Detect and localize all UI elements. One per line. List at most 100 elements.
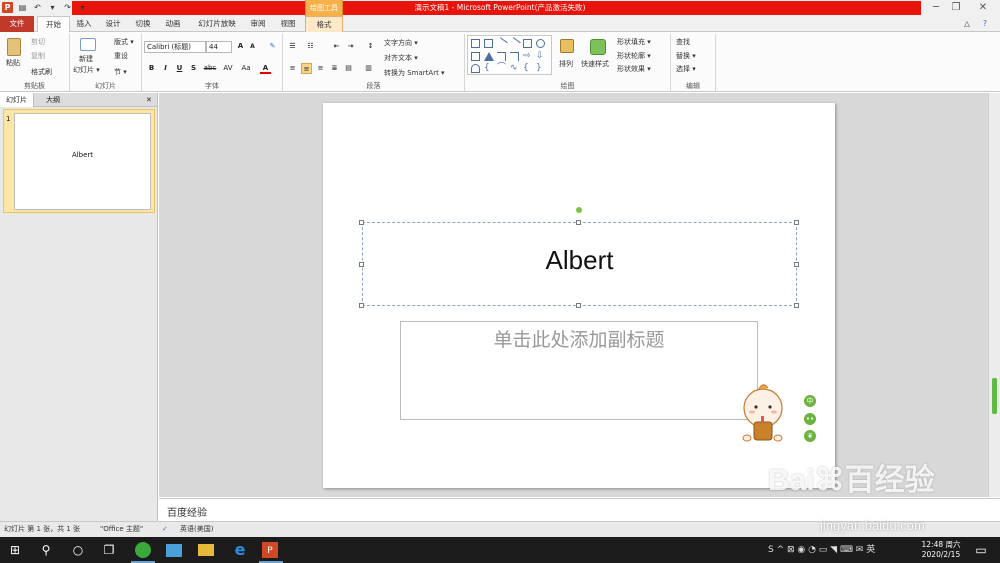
shapes-gallery[interactable]: ⇨ ⇩ { ⌒ ∿ { } <box>467 35 552 75</box>
resize-handle-w[interactable] <box>359 262 364 267</box>
justify-icon[interactable]: ≣ <box>329 63 340 74</box>
side-button-shirt[interactable]: ❦ <box>804 430 816 442</box>
tab-format[interactable]: 格式 <box>305 16 343 32</box>
shape-line-icon[interactable] <box>495 37 508 50</box>
undo-icon[interactable]: ↶ <box>32 2 43 13</box>
spell-check-icon[interactable]: ✓ <box>162 522 168 537</box>
shape-elbow-arrow-icon[interactable] <box>510 52 519 61</box>
start-button-icon[interactable]: ⊞ <box>6 541 24 559</box>
shape-oval-icon[interactable] <box>536 39 545 48</box>
grow-font-button[interactable]: A <box>235 41 246 52</box>
align-right-icon[interactable]: ≡ <box>315 63 326 74</box>
change-case-button[interactable]: Aa <box>238 63 254 74</box>
layout-button[interactable]: 版式 ▾ <box>114 37 134 48</box>
align-left-icon[interactable]: ≡ <box>287 63 298 74</box>
section-button[interactable]: 节 ▾ <box>114 67 127 78</box>
app-icon-2[interactable] <box>166 544 182 557</box>
bullets-icon[interactable]: ☰ <box>287 41 298 52</box>
increase-indent-icon[interactable]: ⇥ <box>345 41 356 52</box>
slide-title[interactable]: Albert <box>362 245 797 276</box>
minimize-ribbon-icon[interactable]: △ <box>960 16 974 32</box>
shape-bracket-icon[interactable]: { <box>484 64 493 73</box>
decrease-indent-icon[interactable]: ⇤ <box>331 41 342 52</box>
replace-button[interactable]: 替换 ▾ <box>676 51 696 62</box>
side-button-chinese[interactable]: 中 <box>804 395 816 407</box>
rotation-handle[interactable] <box>576 207 582 213</box>
text-direction-button[interactable]: 文字方向 ▾ <box>384 38 418 49</box>
help-icon[interactable]: ? <box>978 16 992 32</box>
align-center-icon[interactable]: ≡ <box>301 63 312 74</box>
shape-right-arrow-icon[interactable]: ⇨ <box>523 52 532 61</box>
shape-star-icon[interactable] <box>471 64 480 73</box>
font-name-combo[interactable]: Calibri (标题) <box>144 41 206 53</box>
select-button[interactable]: 选择 ▾ <box>676 64 696 75</box>
resize-handle-ne[interactable] <box>794 220 799 225</box>
convert-smartart-button[interactable]: 转换为 SmartArt ▾ <box>384 68 445 79</box>
resize-handle-sw[interactable] <box>359 303 364 308</box>
save-icon[interactable]: ▤ <box>17 2 28 13</box>
tab-review[interactable]: 审阅 <box>246 16 270 32</box>
system-tray-icons[interactable]: S ^ ⊠ ◉ ◔ ▭ ◥ ⌨ ✉ 英 <box>768 544 875 556</box>
line-spacing-icon[interactable]: ↕ <box>365 41 376 52</box>
powerpoint-app-icon[interactable]: P <box>2 2 13 13</box>
numbering-icon[interactable]: ☷ <box>305 41 316 52</box>
new-slide-button[interactable]: 新建 <box>79 54 93 65</box>
tab-slideshow[interactable]: 幻灯片放映 <box>192 16 242 32</box>
shadow-button[interactable]: S <box>188 63 199 74</box>
tab-slides[interactable]: 幻灯片 <box>0 93 34 107</box>
slide-thumbnail[interactable]: Albert <box>14 113 151 210</box>
arrange-icon[interactable] <box>560 39 574 53</box>
redo-icon[interactable]: ↷ <box>62 2 73 13</box>
notification-center-icon[interactable]: ▭ <box>972 541 990 559</box>
clear-format-icon[interactable]: ✎ <box>267 41 278 52</box>
resize-handle-s[interactable] <box>576 303 581 308</box>
shape-arrow-icon[interactable] <box>508 37 521 50</box>
char-spacing-button[interactable]: AV <box>220 63 236 74</box>
font-size-combo[interactable]: 44 <box>206 41 232 53</box>
shape-freeform-icon[interactable]: ∿ <box>510 64 519 73</box>
theme-name[interactable]: "Office 主题" <box>100 522 143 537</box>
cortana-icon[interactable]: ○ <box>69 541 87 559</box>
close-button[interactable]: ✕ <box>968 0 998 16</box>
quick-styles-button[interactable]: 快速样式 <box>581 59 609 70</box>
edge-icon[interactable]: e <box>231 541 249 559</box>
tab-outline[interactable]: 大纲 <box>40 93 66 107</box>
undo-dropdown-icon[interactable]: ▾ <box>47 2 58 13</box>
language-indicator[interactable]: 英语(美国) <box>180 522 213 537</box>
bold-button[interactable]: B <box>146 63 157 74</box>
tab-transitions[interactable]: 切换 <box>131 16 155 32</box>
taskbar-clock[interactable]: 12:48 周六 2020/2/15 <box>917 540 965 560</box>
shape-effects-button[interactable]: 形状效果 ▾ <box>617 64 651 75</box>
tab-home[interactable]: 开始 <box>37 16 70 33</box>
side-button-dots[interactable]: •• <box>804 413 816 425</box>
tab-view[interactable]: 视图 <box>276 16 300 32</box>
shape-fill-button[interactable]: 形状填充 ▾ <box>617 37 651 48</box>
find-button[interactable]: 查找 <box>676 37 690 48</box>
shape-vtextbox-icon[interactable] <box>484 39 493 48</box>
browser-360-icon[interactable] <box>135 542 151 558</box>
shape-down-arrow-icon[interactable]: ⇩ <box>536 52 545 61</box>
arrange-button[interactable]: 排列 <box>559 59 573 70</box>
close-pane-icon[interactable]: ✕ <box>140 93 158 107</box>
task-view-icon[interactable]: ❐ <box>100 541 118 559</box>
resize-handle-e[interactable] <box>794 262 799 267</box>
copy-button[interactable]: 复制 <box>31 51 45 62</box>
distribute-icon[interactable]: ▤ <box>343 63 354 74</box>
align-text-button[interactable]: 对齐文本 ▾ <box>384 53 418 64</box>
scroll-indicator[interactable] <box>992 378 997 414</box>
shrink-font-button[interactable]: A <box>247 41 258 52</box>
quick-styles-icon[interactable] <box>590 39 606 55</box>
underline-button[interactable]: U <box>174 63 185 74</box>
cut-button[interactable]: 剪切 <box>31 37 45 48</box>
shape-triangle-icon[interactable] <box>484 52 494 61</box>
resize-handle-n[interactable] <box>576 220 581 225</box>
shape-textbox-icon[interactable] <box>471 39 480 48</box>
font-color-button[interactable]: A <box>260 63 271 74</box>
reset-button[interactable]: 重设 <box>114 51 128 62</box>
paste-icon[interactable] <box>7 38 21 56</box>
resize-handle-nw[interactable] <box>359 220 364 225</box>
tab-design[interactable]: 设计 <box>101 16 125 32</box>
shape-brace-right-icon[interactable]: } <box>536 64 545 73</box>
shape-elbow-icon[interactable] <box>497 52 506 61</box>
italic-button[interactable]: I <box>160 63 171 74</box>
